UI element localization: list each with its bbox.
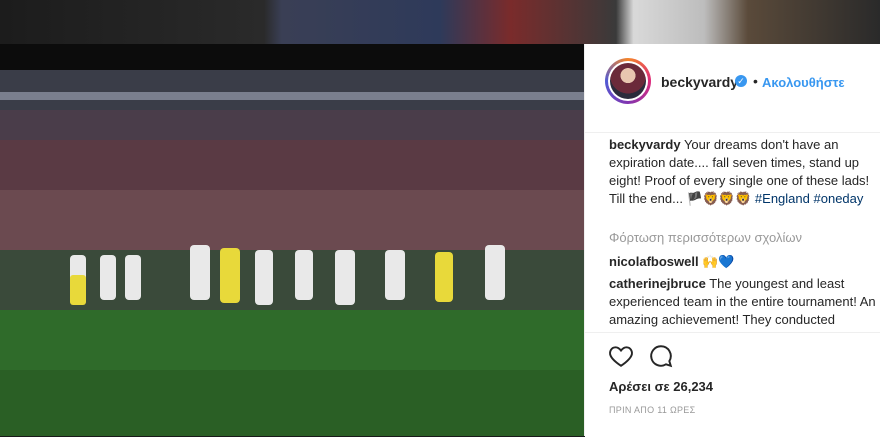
separator-dot: • [753, 73, 758, 89]
load-more-comments-button[interactable]: Φόρτωση περισσότερων σχολίων [609, 230, 802, 245]
verified-badge-icon: ✓ [735, 75, 747, 87]
heart-icon[interactable] [607, 343, 635, 369]
comment-item: catherinejbruce The youngest and least e… [609, 275, 877, 331]
caption-username[interactable]: beckyvardy [609, 137, 681, 152]
post-photo[interactable] [0, 70, 584, 436]
hashtag-oneday[interactable]: #oneday [814, 191, 864, 206]
backdrop-overlay [0, 44, 584, 70]
post-actions: Αρέσει σε 26,234 ΠΡΙΝ ΑΠΟ 11 ΩΡΕΣ [585, 332, 880, 437]
comment-username[interactable]: catherinejbruce [609, 276, 706, 291]
post-header: beckyvardy ✓ • Ακολουθήστε [585, 44, 880, 133]
comment-username[interactable]: nicolafboswell [609, 254, 699, 269]
avatar[interactable] [605, 58, 651, 104]
post-panel: beckyvardy ✓ • Ακολουθήστε beckyvardy Yo… [584, 44, 880, 437]
follow-button[interactable]: Ακολουθήστε [762, 75, 845, 90]
comment-item: nicolafboswell 🙌💙 [609, 254, 735, 270]
post-timestamp[interactable]: ΠΡΙΝ ΑΠΟ 11 ΩΡΕΣ [609, 405, 695, 415]
comment-bubble-icon[interactable] [647, 343, 675, 369]
likes-count[interactable]: Αρέσει σε 26,234 [609, 379, 713, 394]
background-feed-strip [0, 0, 880, 44]
header-username[interactable]: beckyvardy [661, 74, 738, 90]
hashtag-england[interactable]: #England [755, 191, 810, 206]
caption: beckyvardy Your dreams don't have an exp… [609, 136, 877, 208]
comment-text: 🙌💙 [698, 254, 735, 269]
